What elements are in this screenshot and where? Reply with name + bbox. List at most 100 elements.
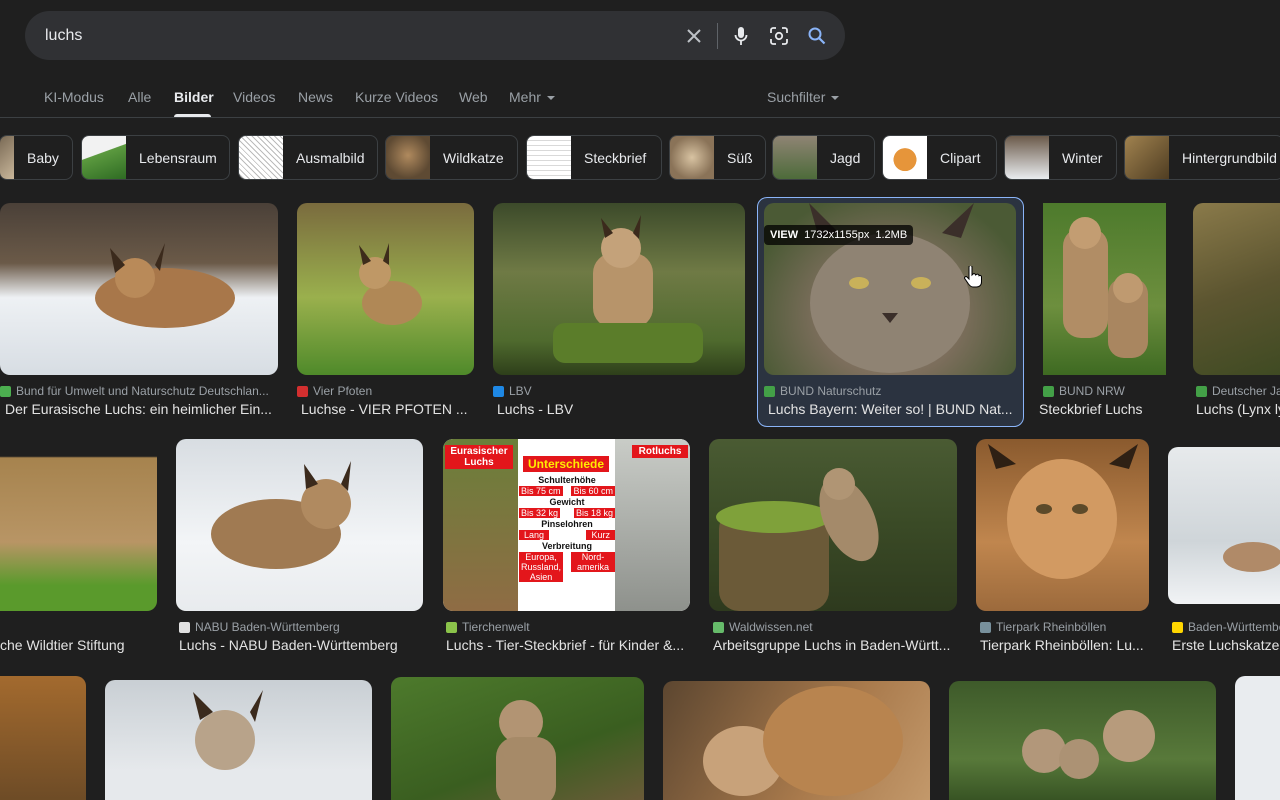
chip-label: Steckbrief bbox=[584, 149, 647, 166]
chip-thumbnail bbox=[670, 136, 714, 179]
infographic-row: Bis 32 kg Bis 18 kg bbox=[519, 508, 615, 518]
chip-thumbnail bbox=[527, 136, 571, 179]
chip-ausmalbild[interactable]: Ausmalbild bbox=[238, 135, 378, 180]
favicon-icon bbox=[980, 621, 991, 633]
chip-lebensraum[interactable]: Lebensraum bbox=[81, 135, 230, 180]
favicon-icon bbox=[1172, 621, 1183, 633]
infographic-row-head: Verbreitung bbox=[541, 541, 592, 551]
infographic-row-head: Pinselohren bbox=[541, 519, 593, 529]
result-source: NABU Baden-Württemberg bbox=[179, 620, 426, 634]
chip-baby[interactable]: Baby bbox=[0, 135, 73, 180]
chip-thumbnail bbox=[773, 136, 817, 179]
result-title[interactable]: Steckbrief Luchs bbox=[1039, 401, 1162, 417]
result-title[interactable]: Erste Luchskatze bbox=[1172, 637, 1280, 653]
lens-icon[interactable] bbox=[766, 23, 791, 48]
tab-ki-modus[interactable]: KI-Modus bbox=[44, 89, 104, 105]
favicon-icon bbox=[297, 385, 308, 397]
chip-wildkatze[interactable]: Wildkatze bbox=[385, 135, 518, 180]
image-dimensions: 1732x1155px bbox=[804, 229, 870, 241]
image-result[interactable] bbox=[663, 681, 930, 800]
result-image bbox=[0, 203, 278, 375]
tab-alle[interactable]: Alle bbox=[128, 89, 151, 105]
result-title[interactable]: Luchs - NABU Baden-Württemberg bbox=[179, 637, 426, 653]
chip-thumbnail bbox=[239, 136, 283, 179]
infographic-bobcat-photo bbox=[615, 439, 690, 611]
image-result[interactable]: Deutscher Ja Luchs (Lynx ly bbox=[1193, 203, 1280, 423]
chip-jagd[interactable]: Jagd bbox=[772, 135, 875, 180]
favicon-icon bbox=[1043, 385, 1054, 397]
image-result[interactable] bbox=[105, 680, 372, 800]
image-result[interactable]: Tierpark Rheinböllen Tierpark Rheinbölle… bbox=[976, 439, 1149, 659]
favicon-icon bbox=[0, 385, 11, 397]
image-result[interactable]: che Wildtier Stiftung bbox=[0, 439, 157, 659]
chip-label: Ausmalbild bbox=[296, 149, 365, 166]
infographic-row-head: Schulterhöhe bbox=[538, 475, 596, 485]
chip-label: Wildkatze bbox=[443, 149, 504, 166]
chip-thumbnail bbox=[883, 136, 927, 179]
chip-thumbnail bbox=[386, 136, 430, 179]
infographic-left-label: Eurasischer Luchs bbox=[445, 445, 513, 469]
result-image bbox=[493, 203, 745, 375]
chevron-down-icon bbox=[831, 96, 840, 101]
chip-label: Baby bbox=[27, 149, 59, 166]
chip-thumbnail bbox=[0, 136, 14, 179]
image-result[interactable] bbox=[949, 681, 1216, 800]
result-title[interactable]: Der Eurasische Luchs: ein heimlicher Ein… bbox=[5, 401, 277, 417]
result-title[interactable]: Luchs Bayern: Weiter so! | BUND Nat... bbox=[768, 401, 1014, 417]
tab-news[interactable]: News bbox=[298, 89, 333, 105]
favicon-icon bbox=[1196, 385, 1207, 397]
chip-suess[interactable]: Süß bbox=[669, 135, 766, 180]
search-icon[interactable] bbox=[804, 23, 829, 48]
mic-icon[interactable] bbox=[728, 23, 753, 48]
result-image bbox=[0, 439, 157, 611]
chip-label: Süß bbox=[727, 149, 753, 166]
infographic-title: Unterschiede bbox=[523, 456, 609, 472]
infographic-row: Europa, Russland, Asien Nord-amerika bbox=[519, 552, 615, 582]
result-title[interactable]: Luchse - VIER PFOTEN ... bbox=[301, 401, 478, 417]
chip-clipart[interactable]: Clipart bbox=[882, 135, 997, 180]
result-title[interactable]: Luchs - LBV bbox=[497, 401, 749, 417]
favicon-icon bbox=[446, 621, 457, 633]
view-label: VIEW bbox=[770, 229, 799, 241]
image-result[interactable]: NABU Baden-Württemberg Luchs - NABU Bade… bbox=[176, 439, 423, 659]
result-image bbox=[1235, 676, 1280, 800]
chip-hintergrundbild[interactable]: Hintergrundbild bbox=[1124, 135, 1280, 180]
image-result[interactable] bbox=[391, 677, 644, 800]
tab-kurze-videos[interactable]: Kurze Videos bbox=[355, 89, 438, 105]
search-input[interactable] bbox=[45, 11, 645, 60]
image-result[interactable]: LBV Luchs - LBV bbox=[493, 203, 745, 423]
chip-label: Clipart bbox=[940, 149, 981, 166]
result-image bbox=[663, 681, 930, 800]
image-result[interactable]: Bund für Umwelt und Naturschutz Deutschl… bbox=[0, 203, 278, 423]
suchfilter-button[interactable]: Suchfilter bbox=[767, 89, 840, 105]
search-bar[interactable] bbox=[25, 11, 845, 60]
result-title[interactable]: Tierpark Rheinböllen: Lu... bbox=[980, 637, 1146, 653]
result-image bbox=[105, 680, 372, 800]
result-title[interactable]: che Wildtier Stiftung bbox=[0, 637, 157, 653]
result-image bbox=[1043, 203, 1166, 375]
result-source: Vier Pfoten bbox=[297, 384, 474, 398]
image-result[interactable]: Baden-Württembe Erste Luchskatze bbox=[1168, 447, 1280, 659]
chevron-down-icon bbox=[546, 96, 555, 101]
result-title[interactable]: Luchs (Lynx ly bbox=[1196, 401, 1280, 417]
tab-mehr[interactable]: Mehr bbox=[509, 89, 555, 105]
image-result[interactable]: Waldwissen.net Arbeitsgruppe Luchs in Ba… bbox=[709, 439, 957, 659]
tab-web[interactable]: Web bbox=[459, 89, 488, 105]
clear-icon[interactable] bbox=[681, 23, 706, 48]
image-result[interactable]: Eurasischer Luchs Unterschiede Rotluchs … bbox=[443, 439, 690, 659]
favicon-icon bbox=[764, 385, 775, 397]
result-image bbox=[176, 439, 423, 611]
tab-bilder[interactable]: Bilder bbox=[174, 89, 214, 105]
image-result[interactable] bbox=[0, 676, 86, 800]
view-badge: VIEW 1732x1155px 1.2MB bbox=[764, 225, 914, 245]
result-image bbox=[1168, 447, 1280, 604]
image-result[interactable]: Vier Pfoten Luchse - VIER PFOTEN ... bbox=[297, 203, 474, 423]
chip-winter[interactable]: Winter bbox=[1004, 135, 1117, 180]
image-result[interactable] bbox=[1235, 676, 1280, 800]
tab-videos[interactable]: Videos bbox=[233, 89, 276, 105]
result-title[interactable]: Luchs - Tier-Steckbrief - für Kinder &..… bbox=[446, 637, 686, 653]
image-result[interactable]: BUND NRW Steckbrief Luchs bbox=[1039, 203, 1166, 423]
chip-steckbrief[interactable]: Steckbrief bbox=[526, 135, 662, 180]
infographic-row: Lang Kurz bbox=[519, 530, 615, 540]
result-title[interactable]: Arbeitsgruppe Luchs in Baden-Württ... bbox=[713, 637, 953, 653]
